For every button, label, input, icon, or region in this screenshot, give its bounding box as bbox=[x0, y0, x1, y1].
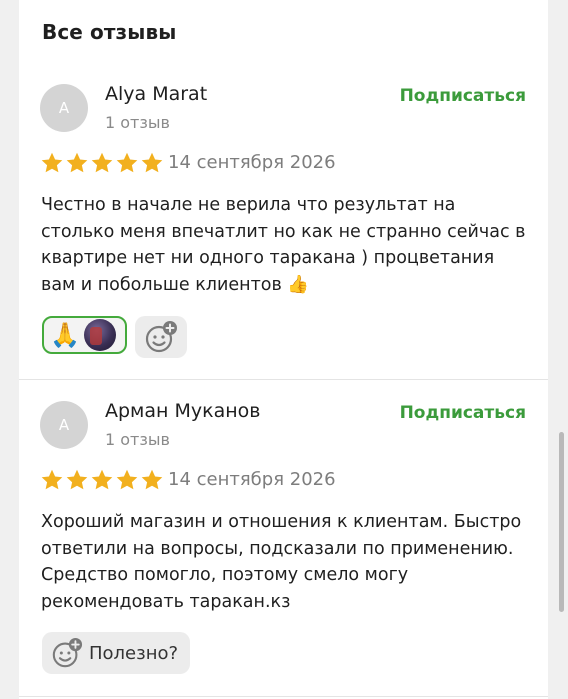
rating-stars bbox=[40, 151, 164, 175]
star-icon bbox=[91, 152, 113, 173]
section-title: Все отзывы bbox=[42, 20, 177, 44]
author-name[interactable]: Alya Marat bbox=[105, 83, 207, 105]
star-icon bbox=[66, 469, 88, 490]
star-icon bbox=[116, 152, 138, 173]
star-icon bbox=[41, 469, 63, 490]
star-icon bbox=[91, 469, 113, 490]
subscribe-button[interactable]: Подписаться bbox=[400, 403, 526, 423]
review-text: Честно в начале не верила что результат … bbox=[41, 195, 526, 295]
reaction-emoji: 🙏 bbox=[50, 321, 80, 349]
review-date: 14 сентября 2026 bbox=[168, 152, 336, 173]
review-count: 1 отзыв bbox=[105, 113, 170, 132]
useful-label: Полезно? bbox=[89, 642, 179, 664]
review-count: 1 отзыв bbox=[105, 430, 170, 449]
add-reaction-button[interactable] bbox=[135, 316, 187, 358]
reactor-avatar bbox=[83, 319, 116, 351]
scrollbar[interactable] bbox=[559, 432, 564, 612]
useful-button[interactable]: Полезно? bbox=[42, 632, 191, 674]
star-icon bbox=[41, 152, 63, 173]
star-icon bbox=[116, 469, 138, 490]
add-emoji-icon bbox=[145, 321, 177, 353]
review-text: Хороший магазин и отношения к клиентам. … bbox=[41, 512, 522, 612]
reactions-row: 🙏 bbox=[42, 316, 187, 358]
author-name[interactable]: Арман Муканов bbox=[105, 400, 261, 422]
star-icon bbox=[141, 469, 163, 490]
subscribe-button[interactable]: Подписаться bbox=[400, 86, 526, 106]
avatar[interactable]: A bbox=[40, 84, 88, 132]
review-divider bbox=[19, 379, 548, 380]
add-emoji-icon bbox=[52, 637, 83, 668]
star-icon bbox=[141, 152, 163, 173]
reviews-card: Все отзывы A Alya Marat 1 отзыв Подписат… bbox=[19, 0, 548, 699]
avatar[interactable]: A bbox=[40, 401, 88, 449]
reaction-pill[interactable]: 🙏 bbox=[42, 316, 127, 354]
review-date: 14 сентября 2026 bbox=[168, 469, 336, 490]
review-divider bbox=[19, 696, 548, 697]
star-icon bbox=[66, 152, 88, 173]
rating-stars bbox=[40, 468, 164, 492]
